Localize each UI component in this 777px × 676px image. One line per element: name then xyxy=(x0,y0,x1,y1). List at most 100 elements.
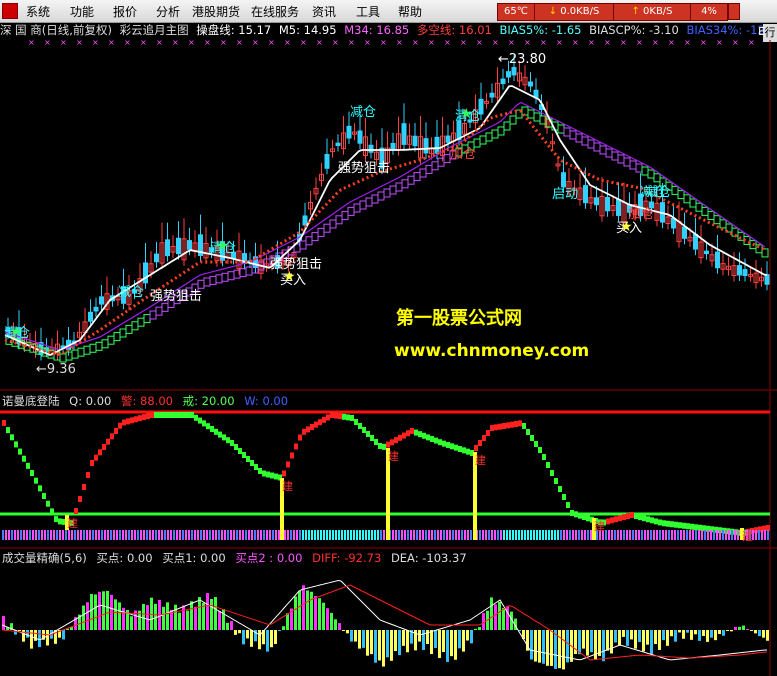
step-box xyxy=(653,173,661,183)
normandy-bar xyxy=(682,522,686,529)
candlestick-series xyxy=(5,55,770,361)
volume-bar xyxy=(650,630,653,654)
strip-tick xyxy=(449,530,451,540)
x-marker: × xyxy=(444,38,451,47)
strip-tick xyxy=(632,530,634,540)
volume-bar xyxy=(710,630,713,638)
strip-tick xyxy=(716,530,718,540)
normandy-bar xyxy=(82,484,86,490)
volume-bar xyxy=(310,591,313,630)
step-box xyxy=(71,349,79,359)
normandy-bar xyxy=(86,472,90,478)
normandy-bar xyxy=(406,430,410,437)
volume-bar xyxy=(210,598,213,630)
strip-tick xyxy=(425,530,427,540)
normandy-bar xyxy=(326,414,330,421)
strip-tick xyxy=(344,530,346,540)
strip-tick xyxy=(299,530,301,540)
normandy-bar xyxy=(462,447,466,454)
x-marker: × xyxy=(76,38,83,47)
x-marker: × xyxy=(28,38,35,47)
candle-body xyxy=(302,215,308,226)
normandy-bar xyxy=(146,413,150,420)
main-price-chart[interactable]: 清仓←9.36减仓 强势狙击清仓强势狙击买入减仓强势狙击清仓加仓←23.80减仓启… xyxy=(0,0,777,676)
volume-bar xyxy=(562,630,565,670)
strip-tick xyxy=(710,530,712,540)
volume-bar xyxy=(434,630,437,649)
volume-bar xyxy=(178,612,181,630)
signal-label: 强势狙击 xyxy=(338,160,390,176)
normandy-bar xyxy=(630,512,634,518)
normandy-bar xyxy=(238,448,242,454)
candle-body xyxy=(143,262,148,284)
volume-bar xyxy=(258,630,261,650)
strip-tick xyxy=(224,530,226,540)
step-box xyxy=(419,168,427,178)
normandy-bar xyxy=(450,443,454,450)
normandy-bar xyxy=(686,523,690,530)
strip-tick xyxy=(719,530,721,540)
strip-tick xyxy=(587,530,589,540)
candle-body xyxy=(605,196,610,212)
normandy-bar xyxy=(170,412,174,418)
star-icon: ★ xyxy=(216,238,229,254)
x-marker: × xyxy=(524,38,531,47)
step-box xyxy=(407,175,415,185)
strip-tick xyxy=(122,530,124,540)
strip-tick xyxy=(464,530,466,540)
normandy-bar xyxy=(290,452,294,459)
step-box xyxy=(491,129,499,139)
normandy-bar xyxy=(634,513,638,520)
normandy-bar xyxy=(578,512,582,519)
strip-tick xyxy=(527,530,529,540)
step-box xyxy=(521,106,529,116)
panel3-buy2: 买点2 : 0.00 xyxy=(235,551,303,565)
normandy-bar xyxy=(274,473,278,480)
volume-bar xyxy=(690,630,693,640)
volume-bar xyxy=(350,630,353,642)
step-box xyxy=(677,190,685,200)
strip-tick xyxy=(74,530,76,540)
step-box xyxy=(647,169,655,179)
strip-tick xyxy=(737,530,739,540)
panel3-buy: 买点: 0.00 xyxy=(96,551,153,565)
strip-tick xyxy=(104,530,106,540)
normandy-bar xyxy=(114,428,118,434)
strip-tick xyxy=(356,530,358,540)
strip-tick xyxy=(134,530,136,540)
x-marker: × xyxy=(188,38,195,47)
step-box xyxy=(359,200,367,210)
volume-bar xyxy=(654,630,657,645)
strip-tick xyxy=(218,530,220,540)
normandy-bar xyxy=(674,521,678,528)
step-box xyxy=(671,185,679,195)
strip-tick xyxy=(671,530,673,540)
x-marker: × xyxy=(380,38,387,47)
strip-tick xyxy=(758,530,760,540)
strip-tick xyxy=(701,530,703,540)
step-box xyxy=(107,335,115,345)
normandy-bar xyxy=(446,442,450,448)
volume-bar xyxy=(490,597,493,630)
strip-tick xyxy=(503,530,505,540)
normandy-bar xyxy=(642,515,646,522)
star-icon: ★ xyxy=(460,106,473,122)
volume-bar xyxy=(594,630,597,660)
x-marker: × xyxy=(588,38,595,47)
strip-tick xyxy=(722,530,724,540)
step-box xyxy=(161,302,169,312)
step-box xyxy=(239,268,247,278)
step-box xyxy=(227,271,235,281)
strip-tick xyxy=(32,530,34,540)
normandy-bar xyxy=(490,425,494,431)
strip-tick xyxy=(8,530,10,540)
strip-tick xyxy=(578,530,580,540)
volume-bar xyxy=(162,606,165,630)
normandy-bar xyxy=(258,468,262,474)
strip-tick xyxy=(488,530,490,540)
volume-bar xyxy=(606,630,609,651)
normandy-bar xyxy=(606,518,610,525)
strip-tick xyxy=(437,530,439,540)
strip-tick xyxy=(158,530,160,540)
strip-tick xyxy=(674,530,676,540)
